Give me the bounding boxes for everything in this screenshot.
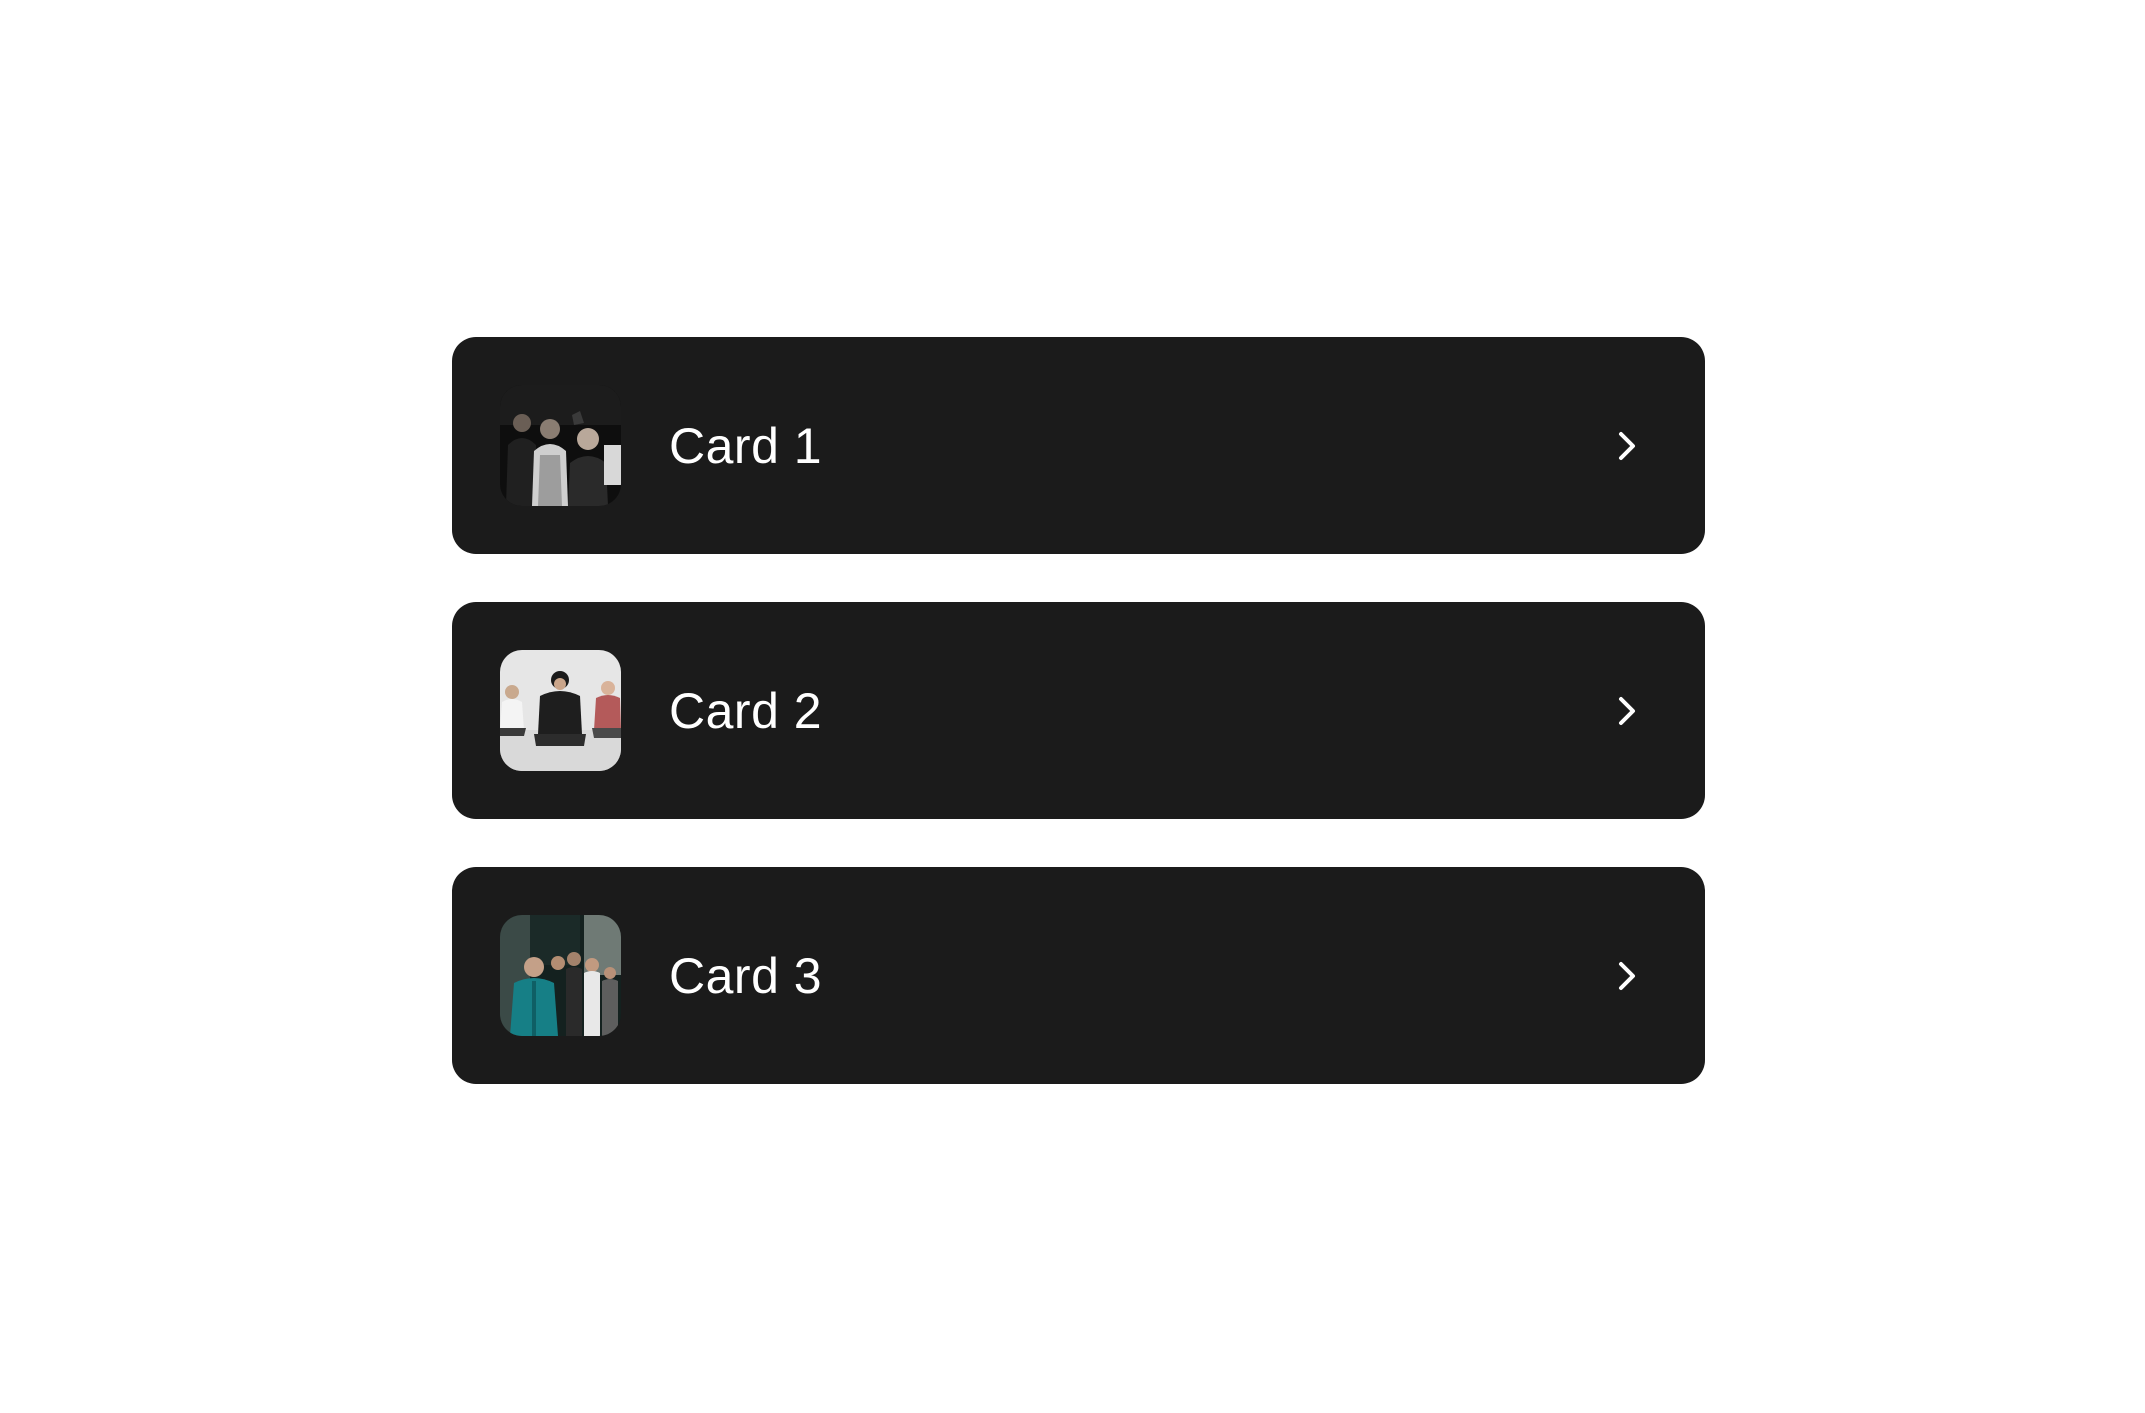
chevron-right-icon[interactable] <box>1607 956 1647 996</box>
chevron-right-icon[interactable] <box>1607 691 1647 731</box>
card-thumbnail <box>500 385 621 506</box>
chevron-right-icon[interactable] <box>1607 426 1647 466</box>
card-title: Card 2 <box>669 682 823 739</box>
card-list: Card 1 Card 2 Card 3 <box>452 337 1705 1084</box>
card-title: Card 3 <box>669 947 823 1004</box>
card-1[interactable]: Card 1 <box>452 337 1705 554</box>
band-photo-light <box>500 650 621 771</box>
band-photo-dark <box>500 385 621 506</box>
card-2[interactable]: Card 2 <box>452 602 1705 819</box>
card-title: Card 1 <box>669 417 823 474</box>
card-thumbnail <box>500 915 621 1036</box>
band-photo-teal <box>500 915 621 1036</box>
card-thumbnail <box>500 650 621 771</box>
card-3[interactable]: Card 3 <box>452 867 1705 1084</box>
